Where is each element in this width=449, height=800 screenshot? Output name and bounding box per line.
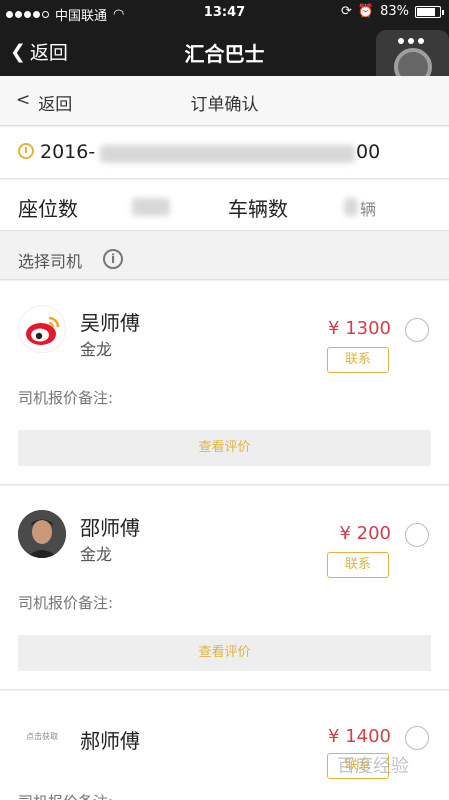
redacted-seat-count [132,198,170,216]
driver-price: ¥ 1300 [328,318,391,339]
info-icon[interactable]: i [103,249,123,269]
status-bar: 中国联通 ◠ 13:47 ⟳ ⏰ 83% [0,0,449,26]
vehicle-unit: 辆 [360,200,377,219]
driver-card: 点击获取 郝师傅 ¥ 1400 联系 司机报价备注: [0,691,449,800]
driver-select-radio[interactable] [405,523,429,547]
driver-price: ¥ 1400 [328,726,391,747]
weibo-logo-icon [26,316,60,345]
driver-card: 吴师傅 金龙 ¥ 1300 联系 司机报价备注: 查看评价 [0,281,449,485]
price-note-label: 司机报价备注: [18,791,113,800]
choose-driver-label: 选择司机 [18,252,83,271]
trip-time-row: 2016- 00 [0,127,449,179]
view-reviews-button[interactable]: 查看评价 [18,430,431,466]
driver-select-radio[interactable] [405,726,429,750]
vehicle-count-label: 车辆数 [228,197,288,221]
driver-avatar [18,305,66,353]
battery-percent: 83% [380,4,409,19]
clock-icon [18,143,34,159]
person-photo-icon [18,510,66,558]
driver-card: 邵师傅 金龙 ¥ 200 联系 司机报价备注: 查看评价 [0,486,449,690]
seats-row: 座位数 车辆数 辆 [0,180,449,231]
driver-select-radio[interactable] [405,318,429,342]
driver-name: 邵师傅 [80,516,140,540]
contact-button[interactable]: 联系 [327,552,389,578]
driver-price: ¥ 200 [339,523,391,544]
driver-avatar: 点击获取 [18,713,66,761]
battery-icon [415,5,444,18]
page-nav-bar: < 返回 订单确认 [0,76,449,126]
view-reviews-button[interactable]: 查看评价 [18,635,431,671]
trip-time-end: 00 [356,141,381,163]
price-note-label: 司机报价备注: [18,389,114,407]
contact-button[interactable]: 联系 [327,347,389,373]
price-note-label: 司机报价备注: [18,594,114,612]
redacted-datetime [100,145,355,163]
redacted-vehicle-count [344,198,358,216]
alarm-icon: ⏰ [357,4,375,19]
seat-count-label: 座位数 [18,197,78,221]
trip-datetime: 2016- [40,141,96,163]
page-title: 订单确认 [190,95,259,115]
wechat-nav-bar: ❮ 返回 汇合巴士 [0,26,449,102]
rotation-lock-icon: ⟳ [341,4,352,19]
driver-car: 金龙 [80,545,113,564]
more-dots-icon[interactable] [398,38,424,44]
watermark: 百度经验 [337,756,409,777]
driver-car: 金龙 [80,340,113,359]
driver-avatar [18,510,66,558]
choose-driver-header: 选择司机 i [0,232,449,280]
driver-name: 吴师傅 [80,311,140,335]
driver-name: 郝师傅 [80,729,140,753]
